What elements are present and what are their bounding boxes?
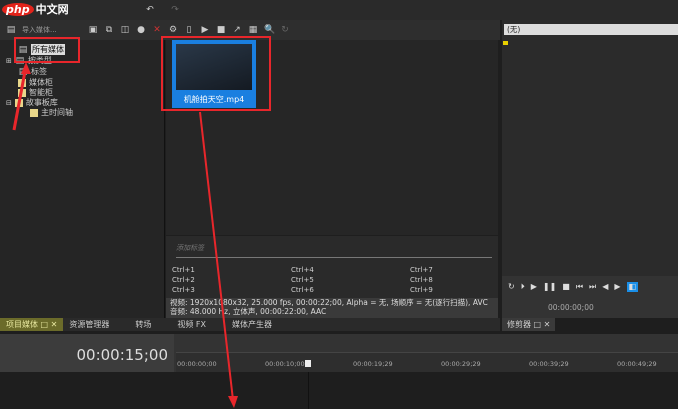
annotation-overlay (12, 36, 271, 408)
annotation-arrow-up (12, 65, 28, 131)
annotation-box-clip (161, 36, 271, 111)
annotation-arrow-down (199, 111, 234, 401)
annotation-box-all-media (14, 37, 80, 63)
arrow-head (228, 396, 238, 408)
arrow-head (21, 62, 31, 74)
